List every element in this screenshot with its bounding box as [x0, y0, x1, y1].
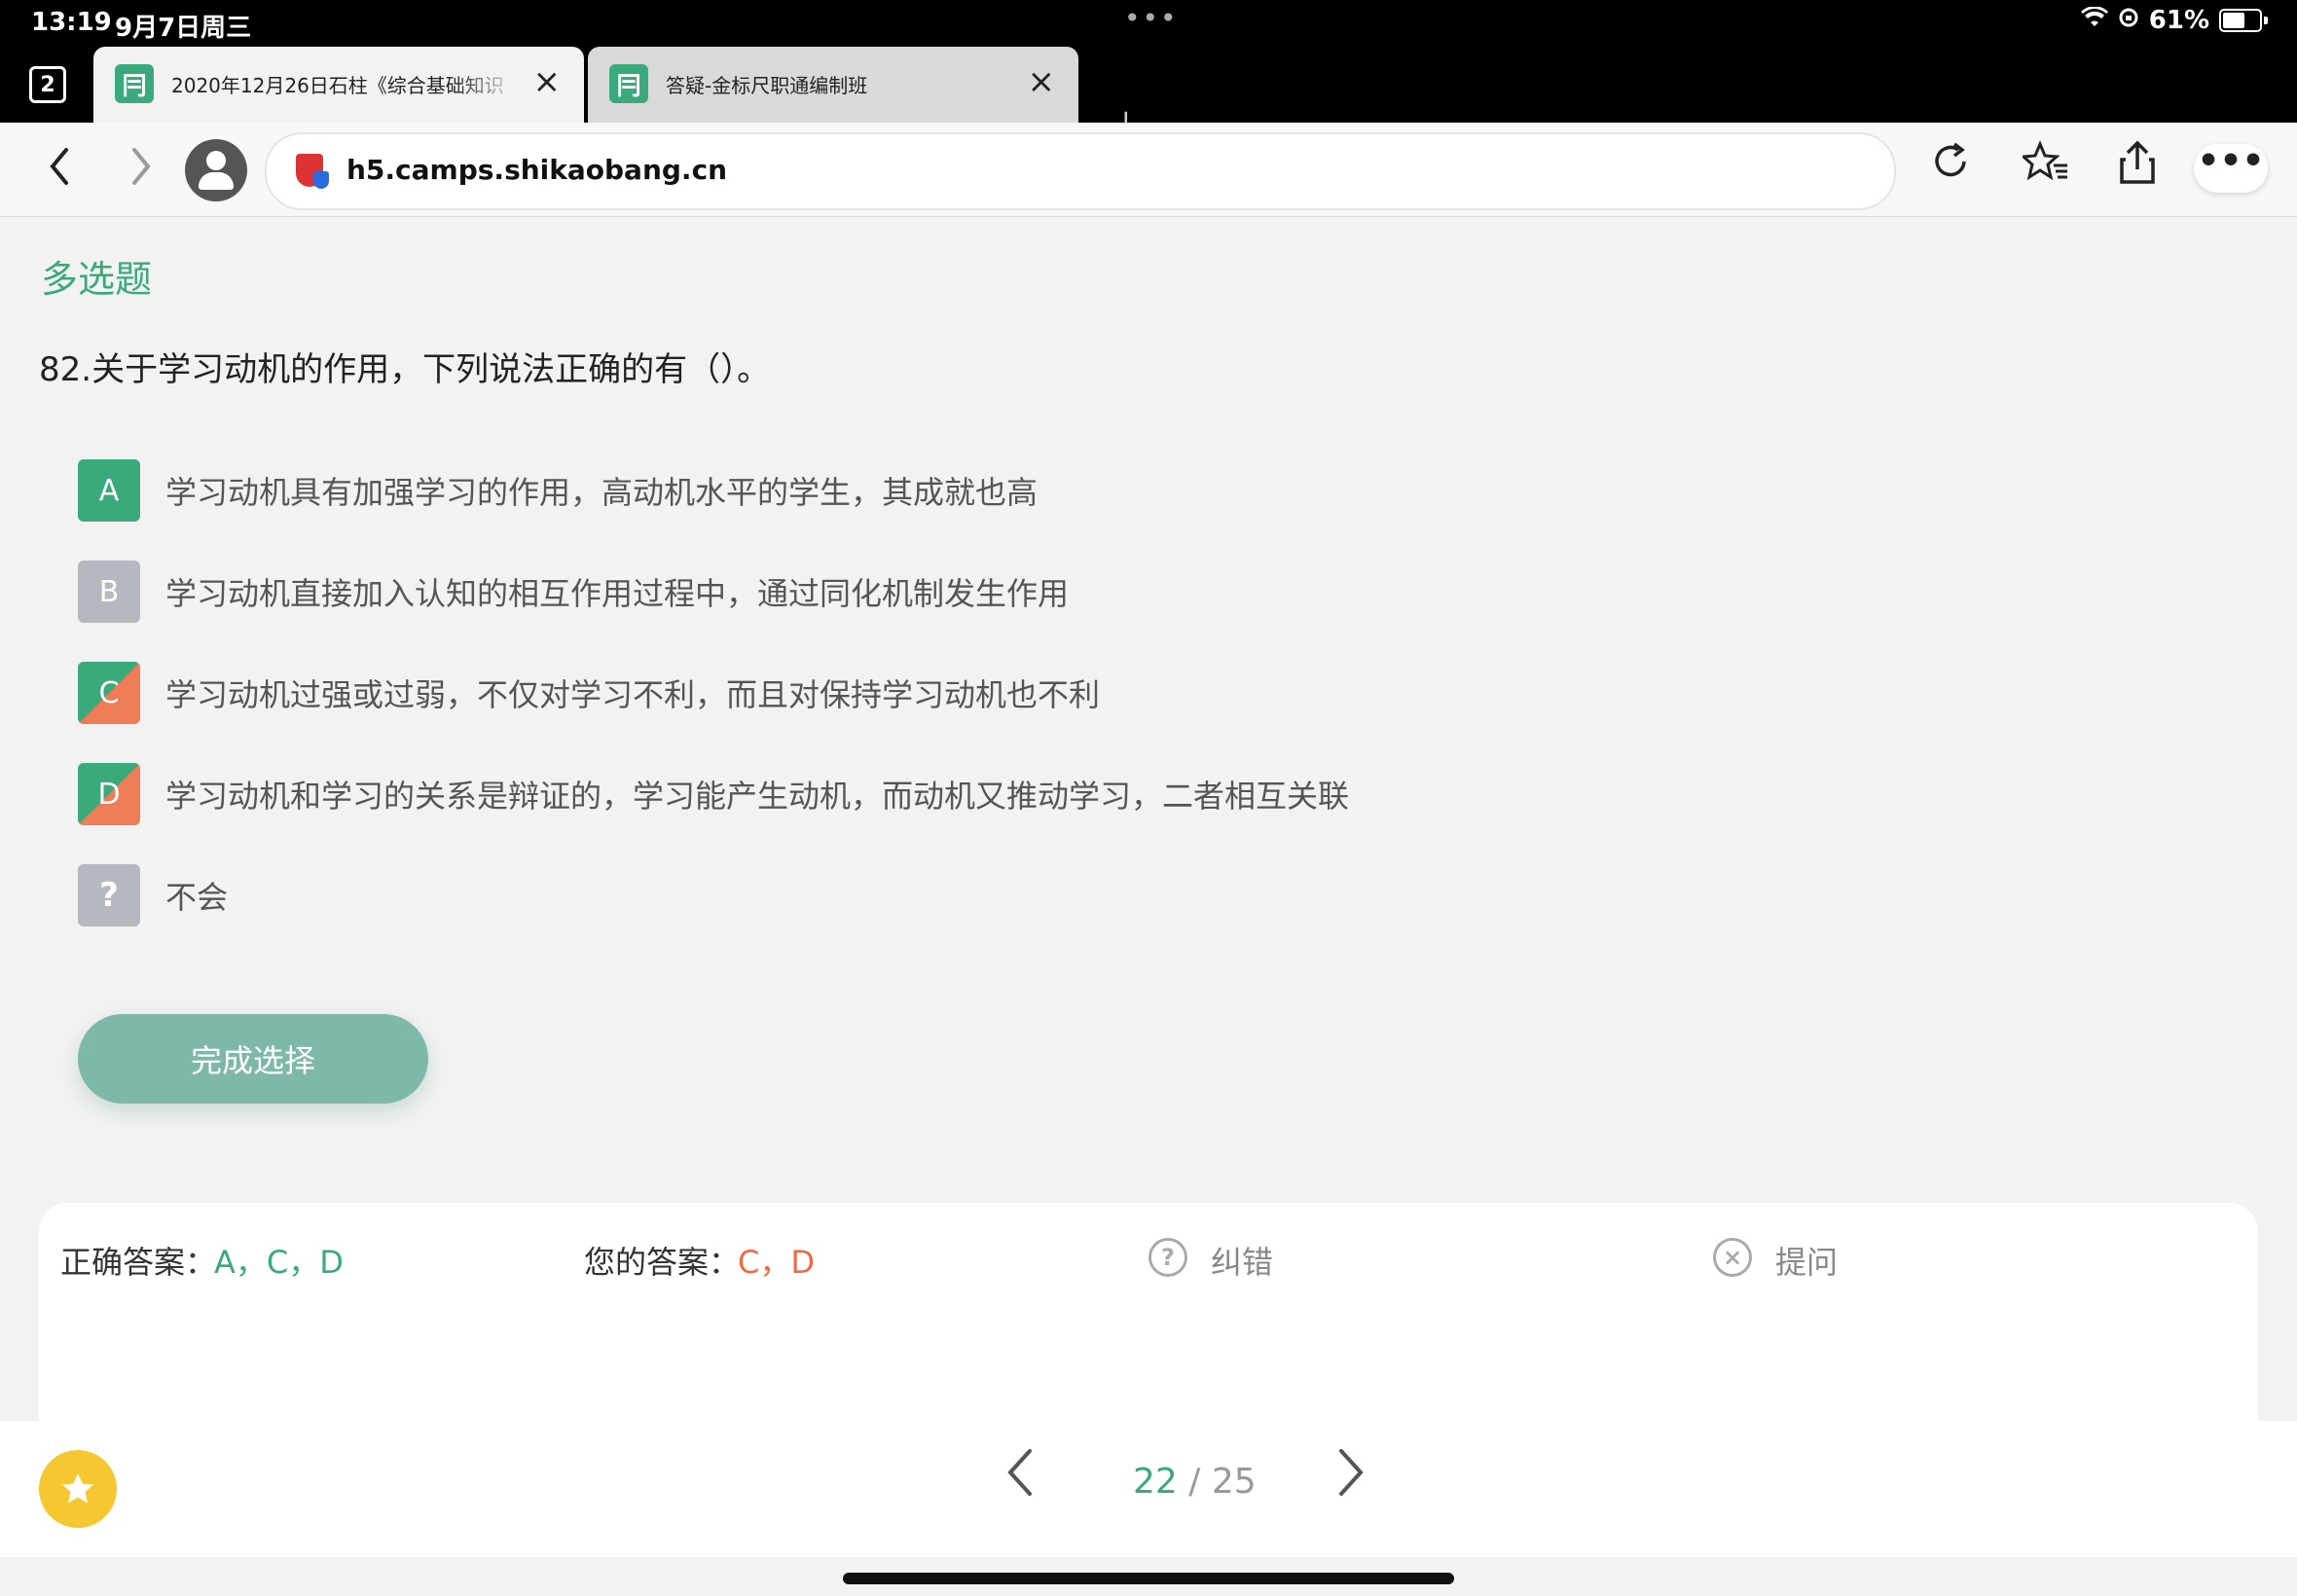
home-indicator[interactable]	[843, 1573, 1454, 1584]
battery-icon	[2219, 9, 2262, 32]
option-c[interactable]: C 学习动机过强或过弱，不仅对学习不利，而且对保持学习动机也不利	[78, 662, 1100, 724]
your-answer-value: C，D	[738, 1244, 815, 1281]
ask-icon[interactable]: ×	[1713, 1238, 1752, 1277]
option-text: 学习动机直接加入认知的相互作用过程中，通过同化机制发生作用	[165, 575, 1070, 612]
option-badge: C	[78, 662, 140, 724]
status-date: 9月7日周三	[115, 14, 252, 43]
option-text: 学习动机过强或过弱，不仅对学习不利，而且对保持学习动机也不利	[165, 676, 1101, 713]
correct-answer-value: A，C，D	[214, 1244, 344, 1281]
option-text: 学习动机和学习的关系是辩证的，学习能产生动机，而动机又推动学习，二者相互关联	[165, 778, 1350, 815]
question-mark-icon[interactable]: ?	[1148, 1238, 1187, 1277]
submit-button[interactable]: 完成选择	[78, 1014, 428, 1104]
page-separator: /	[1177, 1462, 1212, 1502]
tab-close-icon[interactable]: ×	[533, 62, 562, 101]
option-text: 不会	[165, 879, 229, 916]
tab-title: 答疑-金标尺职通编制班	[666, 74, 868, 97]
your-answer-label: 您的答案：	[584, 1244, 741, 1281]
status-time: 13:19	[31, 8, 112, 37]
option-text: 学习动机具有加强学习的作用，高动机水平的学生，其成就也高	[165, 474, 1039, 511]
option-dont-know[interactable]: ? 不会	[78, 864, 228, 926]
next-page-icon[interactable]	[1333, 1440, 1368, 1510]
more-menu-button[interactable]: •••	[2194, 144, 2268, 193]
profile-avatar[interactable]	[185, 139, 247, 201]
tab-active[interactable]: 冃 2020年12月26日石柱《综合基础知识 ×	[93, 47, 584, 123]
multitask-dots-icon[interactable]: •••	[1124, 2, 1179, 34]
option-badge: A	[78, 459, 140, 522]
address-bar: h5.camps.shikaobang.cn •••	[0, 123, 2297, 217]
forward-icon[interactable]	[127, 142, 156, 199]
share-icon[interactable]	[2118, 140, 2157, 193]
tab-count-button[interactable]: 2	[29, 66, 66, 103]
correct-answer-label: 正确答案：	[60, 1244, 217, 1281]
back-icon[interactable]	[45, 142, 74, 199]
option-a[interactable]: A 学习动机具有加强学习的作用，高动机水平的学生，其成就也高	[78, 459, 1038, 522]
ask-question-link[interactable]: 提问	[1775, 1238, 1838, 1283]
orientation-lock-icon	[2118, 6, 2139, 35]
battery-percent: 61%	[2148, 6, 2209, 35]
current-page: 22	[1133, 1462, 1178, 1502]
tab-inactive[interactable]: 冃 答疑-金标尺职通编制班 ×	[588, 47, 1078, 123]
site-favicon-icon: 冃	[115, 64, 154, 103]
url-field[interactable]: h5.camps.shikaobang.cn	[265, 132, 1896, 210]
report-error-link[interactable]: 纠错	[1211, 1238, 1273, 1283]
tab-bar: 2 冃 2020年12月26日石柱《综合基础知识 × 冃 答疑-金标尺职通编制班…	[0, 47, 2297, 152]
tab-close-icon[interactable]: ×	[1028, 62, 1056, 101]
option-badge: D	[78, 763, 140, 825]
status-bar: 13:19 9月7日周三 ••• 61%	[0, 0, 2297, 47]
option-d[interactable]: D 学习动机和学习的关系是辩证的，学习能产生动机，而动机又推动学习，二者相互关联	[78, 763, 1349, 825]
option-badge: B	[78, 561, 140, 623]
star-icon[interactable]	[39, 1450, 117, 1528]
prev-page-icon[interactable]	[1003, 1440, 1038, 1510]
site-favicon-icon: 冃	[609, 64, 648, 103]
bottom-bar: 22 / 25	[0, 1421, 2297, 1557]
page-indicator: 22 / 25	[1133, 1462, 1257, 1502]
reload-icon[interactable]	[1929, 140, 1972, 191]
url-text: h5.camps.shikaobang.cn	[346, 154, 728, 186]
question-text: 82.关于学习动机的作用，下列说法正确的有（）。	[39, 350, 771, 389]
option-badge: ?	[78, 864, 140, 926]
tab-title: 2020年12月26日石柱《综合基础知识	[171, 74, 504, 97]
security-shield-icon	[296, 154, 329, 189]
status-indicators: 61%	[2080, 6, 2268, 35]
favorites-icon[interactable]	[2020, 140, 2069, 191]
option-b[interactable]: B 学习动机直接加入认知的相互作用过程中，通过同化机制发生作用	[78, 561, 1069, 623]
question-type: 多选题	[41, 258, 153, 301]
total-pages: 25	[1211, 1462, 1257, 1502]
wifi-icon	[2080, 6, 2108, 35]
